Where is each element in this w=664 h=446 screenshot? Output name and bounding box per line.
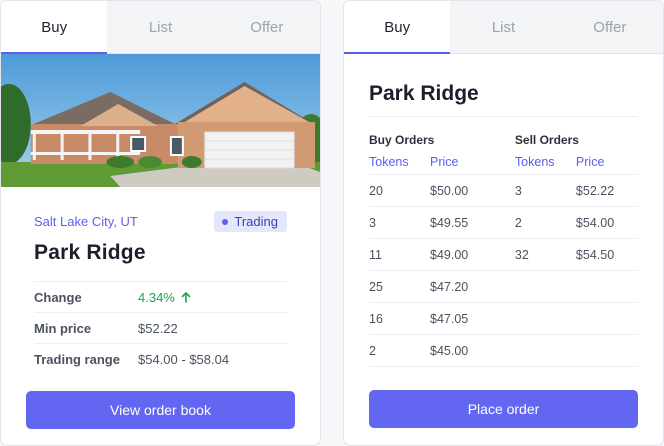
table-row: 25 $47.20 (369, 271, 515, 303)
detail-value: 4.34% (138, 290, 191, 305)
place-order-button[interactable]: Place order (369, 390, 638, 428)
tab-list[interactable]: List (107, 1, 213, 53)
details-list: Change 4.34% Min price $52.22 Trading ra… (34, 281, 287, 374)
tokens-header: Tokens (369, 155, 409, 169)
price-cell: $54.50 (575, 247, 615, 262)
location-label: Salt Lake City, UT (34, 214, 138, 229)
arrow-up-icon (181, 291, 191, 303)
table-row-empty (514, 335, 638, 367)
price-cell: $50.00 (430, 183, 469, 198)
sell-orders-column: Sell Orders Tokens Price 3 $52.22 2 $54.00… (514, 125, 638, 367)
table-row-empty (514, 303, 638, 335)
price-cell: $49.00 (430, 247, 469, 262)
order-book-columns: Buy Orders Tokens Price 20 $50.00 3 $49.55… (369, 125, 638, 367)
table-row: 2 $45.00 (369, 335, 515, 367)
view-order-book-button[interactable]: View order book (26, 391, 295, 429)
property-title: Park Ridge (34, 241, 146, 264)
tab-buy[interactable]: Buy (1, 1, 108, 54)
tokens-cell: 3 (369, 215, 376, 230)
tokens-header: Tokens (514, 155, 555, 169)
property-photo (1, 54, 320, 187)
detail-value: $52.22 (138, 320, 178, 336)
buy-orders-heading: Buy Orders (369, 133, 435, 147)
table-row: 32 $54.50 (514, 239, 638, 271)
sell-orders-column-headers: Tokens Price (515, 150, 638, 174)
order-book: Park Ridge Buy Orders Tokens Price 20 $50… (344, 82, 663, 367)
tokens-cell: 16 (369, 311, 383, 326)
price-cell: $45.00 (430, 343, 469, 358)
price-cell: $49.55 (430, 215, 469, 230)
detail-row-min-price: Min price $52.22 (34, 312, 287, 343)
table-row: 3 $49.55 (369, 207, 515, 239)
tab-list[interactable]: List (450, 1, 556, 53)
detail-key: Trading range (34, 351, 120, 367)
order-book-title: Park Ridge (369, 82, 638, 117)
tokens-cell: 11 (369, 247, 382, 262)
table-row: 2 $54.00 (514, 207, 638, 239)
tokens-cell: 32 (514, 247, 529, 262)
buy-orders-column-headers: Tokens Price (369, 150, 515, 174)
tokens-cell: 25 (369, 279, 383, 294)
buy-orders-column: Buy Orders Tokens Price 20 $50.00 3 $49.55… (369, 125, 515, 367)
table-row: 16 $47.05 (369, 303, 515, 335)
status-badge-label: Trading (234, 214, 278, 229)
table-row-empty (514, 271, 638, 303)
sell-orders-heading: Sell Orders (514, 133, 579, 147)
order-book-card: Buy List Offer Park Ridge Buy Orders Tok… (343, 0, 664, 446)
price-cell: $54.00 (575, 215, 615, 230)
tokens-cell: 2 (369, 343, 376, 358)
detail-key: Change (34, 289, 82, 305)
buy-orders-rows: 20 $50.00 3 $49.55 11 $49.00 25 $47.20 16 $47… (369, 174, 515, 367)
price-header: Price (575, 155, 605, 169)
table-row: 20 $50.00 (369, 175, 515, 207)
detail-row-trading-range: Trading range $54.00 - $58.04 (34, 343, 287, 374)
sell-orders-rows: 3 $52.22 2 $54.00 32 $54.50 (514, 174, 638, 367)
property-card: Buy List Offer Salt Lake City, UT Tradin… (0, 0, 321, 446)
property-details: Salt Lake City, UT Trading Park Ridge Ch… (1, 211, 320, 374)
status-dot-icon (222, 218, 229, 225)
tokens-cell: 2 (514, 215, 522, 230)
tokens-cell: 3 (514, 183, 522, 198)
price-header: Price (430, 155, 459, 169)
detail-key: Min price (34, 320, 92, 336)
table-row: 11 $49.00 (369, 239, 515, 271)
location-row: Salt Lake City, UT Trading (34, 211, 287, 232)
tab-bar: Buy List Offer (344, 1, 663, 54)
tab-offer[interactable]: Offer (214, 1, 320, 53)
tokens-cell: 20 (369, 183, 383, 198)
table-row: 3 $52.22 (514, 175, 638, 207)
tab-bar: Buy List Offer (1, 1, 320, 54)
tab-buy[interactable]: Buy (344, 1, 451, 54)
detail-row-change: Change 4.34% (34, 281, 287, 312)
detail-value: $54.00 - $58.04 (138, 351, 230, 367)
price-cell: $47.20 (430, 279, 469, 294)
change-value: 4.34% (138, 289, 175, 305)
price-cell: $47.05 (430, 311, 469, 326)
tab-offer[interactable]: Offer (557, 1, 663, 53)
status-badge: Trading (214, 211, 287, 232)
price-cell: $52.22 (575, 183, 615, 198)
